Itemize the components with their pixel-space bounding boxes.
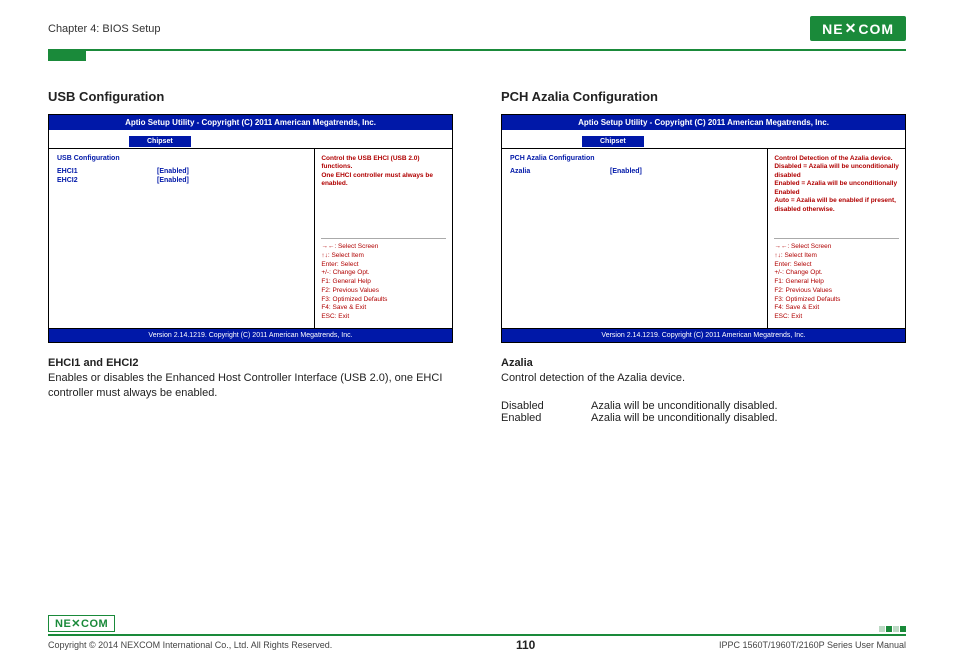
option-value: Azalia will be unconditionally disabled. <box>591 400 778 412</box>
azalia-desc-text: Control detection of the Azalia device. <box>501 371 906 386</box>
bios-option-label: EHCI1 <box>57 168 157 175</box>
bios-option-label: EHCI2 <box>57 177 157 184</box>
bios-key-help: →←: Select Screen ↑↓: Select Item Enter:… <box>774 238 899 322</box>
bios-left-pane: USB Configuration EHCI1 [Enabled] EHCI2 … <box>49 149 315 328</box>
footer-rule <box>48 634 906 636</box>
bios-option-value: [Enabled] <box>157 177 189 184</box>
page-number: 110 <box>516 638 535 652</box>
bios-help-description: Control Detection of the Azalia device. … <box>774 155 899 214</box>
table-row: Disabled Azalia will be unconditionally … <box>501 400 906 412</box>
page-header: Chapter 4: BIOS Setup NE✕COM <box>0 0 954 47</box>
bios-section-heading: USB Configuration <box>57 155 306 162</box>
footer-row: Copyright © 2014 NEXCOM International Co… <box>48 638 906 652</box>
chapter-label: Chapter 4: BIOS Setup <box>48 23 161 35</box>
bios-option-row: EHCI1 [Enabled] <box>57 168 306 175</box>
page-footer: NE✕COM Copyright © 2014 NEXCOM Internati… <box>48 615 906 652</box>
bios-help-description: Control the USB EHCI (USB 2.0) functions… <box>321 155 446 189</box>
content-row: USB Configuration Aptio Setup Utility - … <box>0 61 954 424</box>
company-logo: NE✕COM <box>810 16 906 41</box>
bios-body: PCH Azalia Configuration Azalia [Enabled… <box>502 149 905 329</box>
header-rule <box>48 49 906 51</box>
azalia-options-table: Disabled Azalia will be unconditionally … <box>501 400 906 424</box>
bios-body: USB Configuration EHCI1 [Enabled] EHCI2 … <box>49 149 452 329</box>
left-column: USB Configuration Aptio Setup Utility - … <box>48 89 453 424</box>
right-column: PCH Azalia Configuration Aptio Setup Uti… <box>501 89 906 424</box>
option-value: Azalia will be unconditionally disabled. <box>591 412 778 424</box>
bios-version-footer: Version 2.14.1219. Copyright (C) 2011 Am… <box>49 329 452 342</box>
option-key: Enabled <box>501 412 591 424</box>
copyright-text: Copyright © 2014 NEXCOM International Co… <box>48 640 332 650</box>
ehci-desc-heading: EHCI1 and EHCI2 <box>48 357 453 369</box>
bios-screenshot-azalia: Aptio Setup Utility - Copyright (C) 2011… <box>501 114 906 343</box>
azalia-desc-heading: Azalia <box>501 357 906 369</box>
bios-key-help: →←: Select Screen ↑↓: Select Item Enter:… <box>321 238 446 322</box>
ehci-desc-text: Enables or disables the Enhanced Host Co… <box>48 371 453 402</box>
bios-section-heading: PCH Azalia Configuration <box>510 155 759 162</box>
bios-title-bar: Aptio Setup Utility - Copyright (C) 2011… <box>502 115 905 130</box>
bios-option-row: EHCI2 [Enabled] <box>57 177 306 184</box>
bios-option-row: Azalia [Enabled] <box>510 168 759 175</box>
header-accent-tab <box>48 51 86 61</box>
bios-chipset-tab: Chipset <box>582 136 644 147</box>
bios-right-pane: Control Detection of the Azalia device. … <box>768 149 905 328</box>
footer-logo: NE✕COM <box>48 615 115 632</box>
bios-left-pane: PCH Azalia Configuration Azalia [Enabled… <box>502 149 768 328</box>
usb-config-title: USB Configuration <box>48 89 453 104</box>
bios-version-footer: Version 2.14.1219. Copyright (C) 2011 Am… <box>502 329 905 342</box>
bios-option-value: [Enabled] <box>157 168 189 175</box>
bios-right-pane: Control the USB EHCI (USB 2.0) functions… <box>315 149 452 328</box>
bios-title-bar: Aptio Setup Utility - Copyright (C) 2011… <box>49 115 452 130</box>
footer-decoration-icon <box>879 626 906 632</box>
bios-tab-row: Chipset <box>502 130 905 149</box>
bios-option-value: [Enabled] <box>610 168 642 175</box>
table-row: Enabled Azalia will be unconditionally d… <box>501 412 906 424</box>
bios-tab-row: Chipset <box>49 130 452 149</box>
bios-chipset-tab: Chipset <box>129 136 191 147</box>
bios-option-label: Azalia <box>510 168 610 175</box>
azalia-config-title: PCH Azalia Configuration <box>501 89 906 104</box>
manual-title: IPPC 1560T/1960T/2160P Series User Manua… <box>719 640 906 650</box>
bios-screenshot-usb: Aptio Setup Utility - Copyright (C) 2011… <box>48 114 453 343</box>
option-key: Disabled <box>501 400 591 412</box>
